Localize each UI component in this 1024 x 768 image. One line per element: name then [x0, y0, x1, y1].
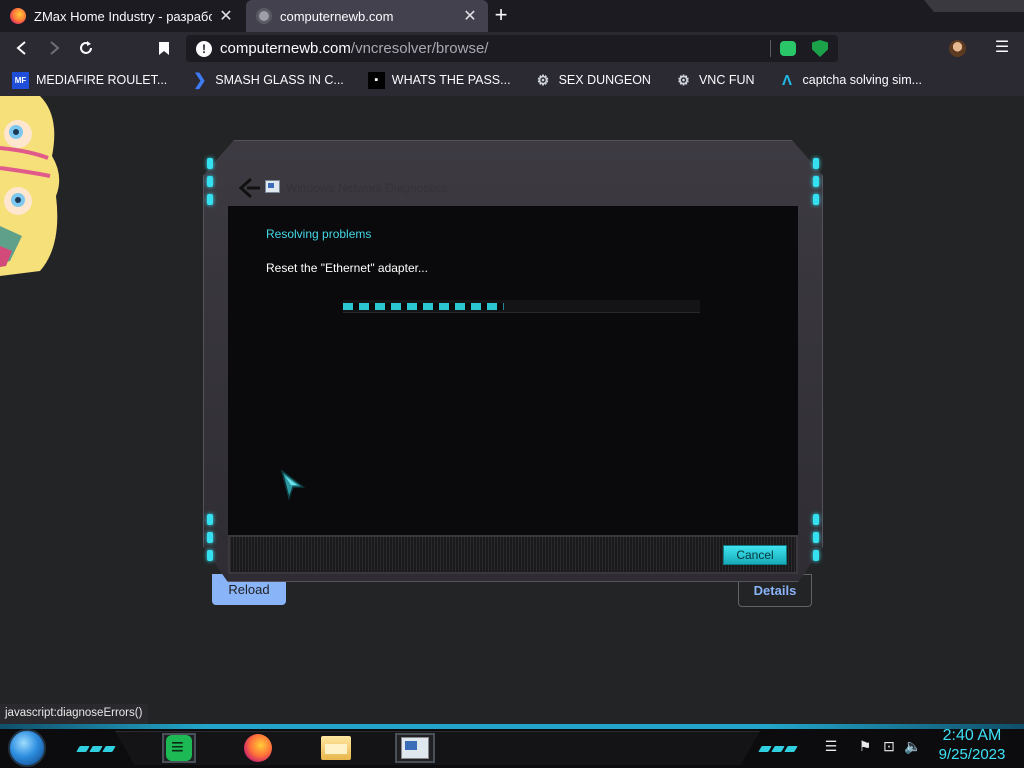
bookmark-label: VNC FUN: [698, 73, 755, 87]
taskbar-firefox[interactable]: [241, 733, 275, 763]
back-button[interactable]: [10, 36, 34, 60]
cartoon-character-image: [0, 96, 60, 276]
close-icon[interactable]: ✕: [218, 6, 234, 26]
dialog-heading: Resolving problems: [266, 227, 372, 241]
dialog-footer: Cancel: [228, 535, 798, 574]
refresh-icon: [80, 41, 92, 54]
reload-page-button[interactable]: [74, 36, 98, 60]
mouse-cursor-icon: [281, 470, 305, 500]
taskbar-decoration: [76, 739, 117, 752]
clock-time[interactable]: 2:40 AM: [937, 727, 1007, 745]
frame-accent: [207, 532, 213, 543]
network-icon[interactable]: ⊡: [880, 737, 898, 755]
back-arrow-icon: [16, 41, 26, 55]
bookmarks-toolbar: MF MEDIAFIRE ROULET... ❯ SMASH GLASS IN …: [0, 64, 1024, 96]
vnc-icon: ⚙: [536, 71, 550, 88]
progress-fill: [343, 303, 504, 310]
address-bar[interactable]: ! computernewb.com /vncresolver/browse/: [186, 35, 838, 62]
vnc-icon: ⚙: [677, 71, 690, 88]
dialog-title: Windows Network Diagnostics: [286, 181, 448, 195]
vscode-icon: ❯: [193, 72, 207, 89]
shield-icon[interactable]: [812, 40, 828, 57]
tab-strip: ZMax Home Industry - разработк ✕ compute…: [0, 0, 1024, 32]
taskbar-apps-area: [115, 731, 760, 765]
arch-icon: Λ: [782, 71, 793, 89]
frame-accent: [813, 176, 819, 187]
bookmark-page-button[interactable]: [152, 36, 176, 60]
bookmark-vnc-fun[interactable]: ⚙ VNC FUN: [675, 71, 755, 89]
frame-accent: [813, 194, 819, 205]
taskbar: ☰ ⚑ ⊡ 🔈 2:40 AM 9/25/2023: [0, 724, 1024, 768]
site-info-icon[interactable]: !: [196, 40, 212, 57]
status-message: Reset the "Ethernet" adapter...: [266, 261, 428, 275]
clock-date[interactable]: 9/25/2023: [929, 746, 1015, 763]
bookmark-label: SEX DUNGEON: [558, 73, 651, 87]
bookmark-mediafire-roulette[interactable]: MF MEDIAFIRE ROULET...: [12, 71, 168, 89]
tab-computernewb[interactable]: computernewb.com ✕: [246, 0, 488, 32]
bookmark-label: WHATS THE PASS...: [391, 73, 511, 87]
back-arrow-icon[interactable]: [238, 177, 261, 199]
taskbar-glow: [0, 724, 1024, 729]
frame-accent: [207, 194, 213, 205]
tab-zmax[interactable]: ZMax Home Industry - разработк ✕: [0, 0, 244, 32]
frame-accent: [813, 532, 819, 543]
taskbar-spotify[interactable]: [162, 733, 196, 763]
action-center-flag-icon[interactable]: ⚑: [856, 737, 874, 755]
volume-icon[interactable]: 🔈: [904, 737, 922, 755]
avatar[interactable]: [949, 40, 966, 57]
url-host: computernewb.com: [220, 40, 351, 57]
taskbar-file-explorer[interactable]: [319, 733, 353, 763]
navigation-bar: ! computernewb.com /vncresolver/browse/ …: [0, 32, 1024, 64]
taskbar-network-diagnostics[interactable]: [395, 733, 435, 763]
divider: [770, 40, 771, 57]
forward-arrow-icon: [50, 41, 60, 55]
file-explorer-icon: [321, 736, 351, 760]
firefox-icon: [244, 734, 272, 762]
bookmark-sex-dungeon[interactable]: ⚙ SEX DUNGEON: [535, 72, 651, 89]
mediafire-icon: MF: [12, 71, 29, 89]
frame-accent: [207, 158, 213, 169]
frame-accent: [813, 514, 819, 525]
bookmark-icon: [159, 41, 169, 55]
frame-accent: [207, 176, 213, 187]
bookmark-label: MEDIAFIRE ROULET...: [36, 73, 168, 87]
hamburger-menu-icon[interactable]: ☰: [992, 36, 1012, 60]
url-path: /vncresolver/browse/: [350, 40, 489, 57]
cancel-button[interactable]: Cancel: [723, 545, 787, 565]
bookmark-whats-the-pass[interactable]: ▪ WHATS THE PASS...: [367, 71, 511, 89]
bookmark-label: SMASH GLASS IN C...: [215, 73, 344, 87]
bookmark-label: captcha solving sim...: [802, 73, 923, 87]
network-diagnostics-icon: [401, 737, 429, 759]
bookmark-smash-glass[interactable]: ❯ SMASH GLASS IN C...: [191, 72, 344, 89]
bookmark-captcha-solving[interactable]: Λ captcha solving sim...: [779, 71, 923, 89]
new-tab-button[interactable]: +: [488, 3, 514, 29]
extension-chat-icon[interactable]: [780, 41, 796, 56]
frame-accent: [207, 514, 213, 525]
taskbar-decoration: [758, 739, 799, 752]
frame-accent: [813, 550, 819, 561]
network-diagnostics-icon: [265, 180, 280, 193]
tab-title: ZMax Home Industry - разработк: [34, 8, 212, 24]
link-status-text: javascript:diagnoseErrors(): [0, 704, 149, 724]
show-hidden-icons[interactable]: ☰: [822, 737, 840, 755]
progress-bar: [343, 300, 700, 313]
globe-icon: [256, 8, 272, 24]
frame-accent: [813, 158, 819, 169]
tab-title: computernewb.com: [280, 8, 394, 24]
lock-icon: ▪: [367, 71, 385, 89]
dialog-content: Resolving problems Reset the "Ethernet" …: [228, 206, 798, 535]
firefox-icon: [10, 8, 26, 24]
network-diagnostics-dialog: Windows Network Diagnostics Resolving pr…: [203, 140, 823, 582]
frame-accent: [207, 550, 213, 561]
close-icon[interactable]: ✕: [462, 6, 478, 26]
start-button[interactable]: [8, 729, 46, 767]
titlebar-decoration: [924, 0, 1024, 12]
forward-button[interactable]: [42, 36, 66, 60]
spotify-icon: [166, 734, 192, 761]
